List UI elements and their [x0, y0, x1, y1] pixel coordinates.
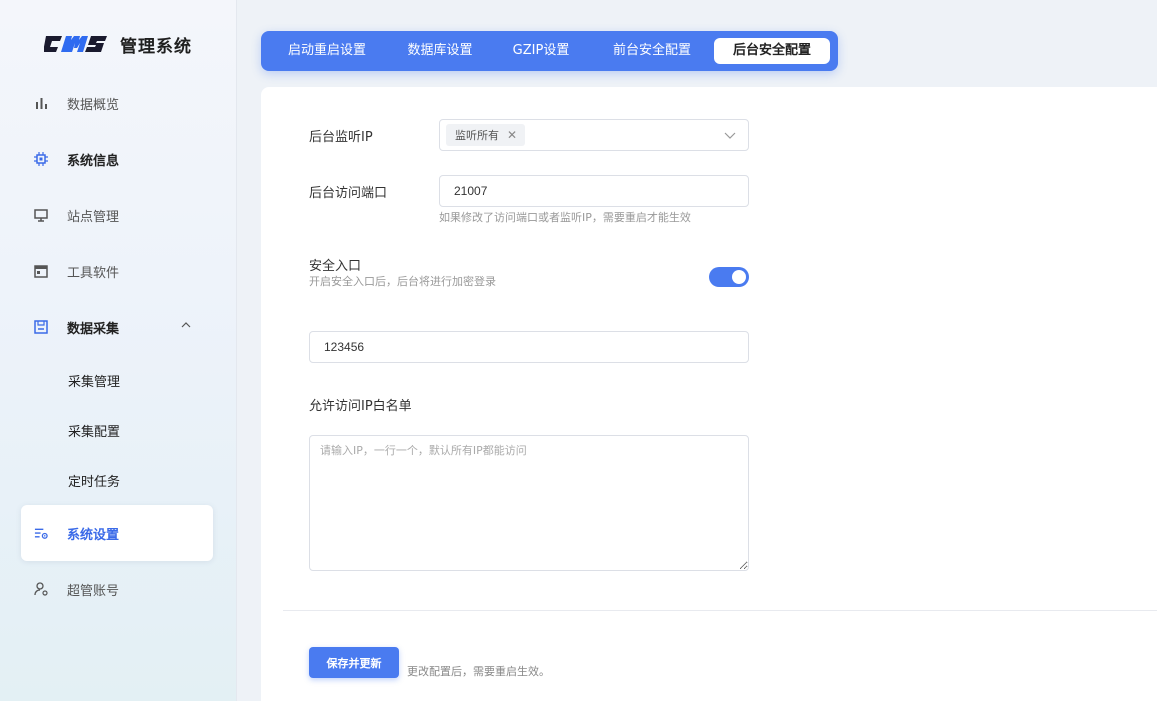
sidebar-item-label: 超管账号 [67, 583, 120, 599]
monitor-icon [34, 208, 48, 222]
settings-panel: 后台监听IP 监听所有 ✕ 后台访问端口 如果修改了访问端口或者监听IP，需要重… [261, 87, 1157, 701]
sidebar-subitem-collection-management[interactable]: 采集管理 [68, 371, 120, 391]
sidebar-item-label: 数据概览 [67, 97, 120, 113]
secure-entry-input[interactable] [309, 331, 749, 363]
settings-tabs: 启动重启设置 数据库设置 GZIP设置 前台安全配置 后台安全配置 [261, 31, 838, 71]
window-icon [34, 264, 48, 278]
sidebar-item-label: 系统设置 [67, 527, 120, 543]
listen-ip-tag: 监听所有 ✕ [446, 124, 526, 146]
save-button[interactable]: 保存并更新 [309, 647, 399, 678]
chevron-up-icon[interactable] [181, 320, 191, 330]
chevron-down-icon [724, 132, 736, 139]
tab-startup-restart[interactable]: 启动重启设置 [275, 38, 379, 64]
sidebar-item-system-info[interactable]: 系统信息 [21, 131, 213, 187]
listen-ip-label: 后台监听IP [309, 130, 373, 145]
sidebar-item-admin-account[interactable]: 超管账号 [21, 561, 213, 617]
whitelist-label: 允许访问IP白名单 [309, 399, 412, 414]
sidebar-item-system-settings[interactable]: 系统设置 [21, 505, 213, 561]
secure-entry-toggle[interactable] [709, 267, 749, 287]
whitelist-textarea[interactable] [309, 435, 749, 571]
tab-gzip[interactable]: GZIP设置 [499, 38, 583, 64]
secure-entry-hint: 开启安全入口后，后台将进行加密登录 [309, 275, 496, 288]
sidebar-item-label: 站点管理 [67, 209, 120, 225]
sidebar-item-label: 系统信息 [67, 153, 120, 169]
bar-chart-icon [34, 96, 48, 110]
sidebar: 管理系统 数据概览 系统信息 站点管理 工具软件 数据采集 采集管理 采集配置 … [0, 0, 237, 701]
sidebar-item-data-collection[interactable]: 数据采集 [21, 299, 213, 355]
cms-logo-icon [44, 36, 107, 52]
sidebar-item-site-management[interactable]: 站点管理 [21, 187, 213, 243]
tag-label: 监听所有 [455, 129, 499, 142]
user-gear-icon [34, 582, 48, 596]
app-title: 管理系统 [120, 36, 192, 57]
sidebar-item-data-overview[interactable]: 数据概览 [21, 75, 213, 131]
listen-ip-select[interactable]: 监听所有 ✕ [439, 119, 749, 151]
port-hint: 如果修改了访问端口或者监听IP，需要重启才能生效 [439, 211, 691, 224]
logo: 管理系统 [44, 30, 192, 58]
port-input[interactable] [439, 175, 749, 207]
sidebar-item-tools[interactable]: 工具软件 [21, 243, 213, 299]
sidebar-subitem-scheduled-tasks[interactable]: 定时任务 [68, 471, 120, 491]
port-label: 后台访问端口 [309, 186, 388, 201]
download-box-icon [34, 320, 48, 334]
save-hint: 更改配置后，需要重启生效。 [407, 665, 550, 678]
settings-list-icon [34, 526, 48, 540]
tab-frontend-security[interactable]: 前台安全配置 [597, 38, 707, 64]
divider [283, 610, 1157, 611]
secure-entry-label: 安全入口 [309, 259, 362, 274]
sidebar-item-label: 工具软件 [67, 265, 120, 281]
close-icon[interactable]: ✕ [507, 128, 517, 142]
sidebar-item-label: 数据采集 [67, 321, 120, 337]
chip-icon [34, 152, 48, 166]
tab-database[interactable]: 数据库设置 [393, 38, 487, 64]
tab-backend-security[interactable]: 后台安全配置 [714, 38, 830, 64]
sidebar-subitem-collection-config[interactable]: 采集配置 [68, 421, 120, 441]
